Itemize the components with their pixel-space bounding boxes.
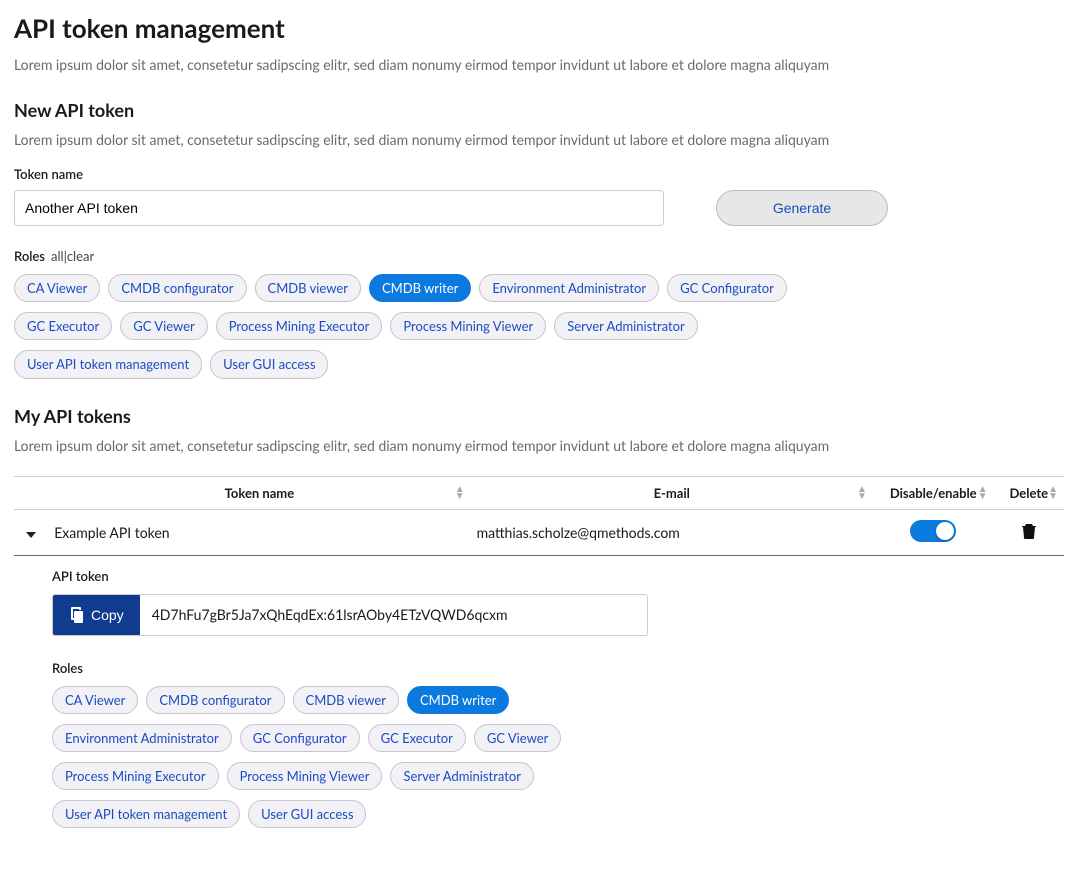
new-token-roles: CA Viewer CMDB configurator CMDB viewer CMD… [14,274,814,379]
table-row: Example API token matthias.scholze@qmeth… [14,509,1064,555]
col-delete[interactable]: Delete▲▼ [994,476,1064,509]
role-pill[interactable]: Process Mining Executor [216,312,383,340]
role-pill[interactable]: CMDB writer [407,686,509,714]
new-token-heading: New API token [14,99,1067,121]
my-tokens-heading: My API tokens [14,405,1067,427]
role-pill[interactable]: Server Administrator [554,312,698,340]
token-name-input[interactable] [14,190,664,226]
role-pill[interactable]: CMDB viewer [255,274,361,302]
role-pill[interactable]: Server Administrator [390,762,534,790]
enable-toggle[interactable] [910,520,956,542]
role-pill[interactable]: GC Viewer [120,312,207,340]
new-token-subtitle: Lorem ipsum dolor sit amet, consetetur s… [14,131,1067,148]
role-pill[interactable]: CMDB configurator [146,686,284,714]
cell-email: matthias.scholze@qmethods.com [471,509,873,555]
role-pill[interactable]: GC Configurator [667,274,787,302]
copy-label: Copy [91,607,124,623]
role-pill[interactable]: Process Mining Viewer [390,312,546,340]
page-title: API token management [14,12,1067,44]
api-token-label: API token [52,568,1067,584]
token-detail: API token Copy 4D7hFu7gBr5Ja7xQhEqdEx:61… [14,556,1067,837]
detail-roles-label: Roles [52,660,1067,676]
copy-button[interactable]: Copy [53,595,140,635]
detail-roles: CA Viewer CMDB configurator CMDB viewer CMD… [52,686,612,829]
col-email[interactable]: E-mail▲▼ [471,476,873,509]
copy-icon [69,607,83,623]
role-pill[interactable]: User GUI access [210,350,328,378]
generate-button[interactable]: Generate [716,190,888,226]
role-pill[interactable]: User API token management [14,350,202,378]
role-pill[interactable]: GC Viewer [474,724,561,752]
cell-token-name: Example API token [48,509,470,555]
col-token-name[interactable]: Token name▲▼ [48,476,470,509]
token-name-label: Token name [14,166,1067,182]
trash-icon [1022,523,1036,539]
roles-all-clear-links[interactable]: all|clear [51,248,94,264]
expand-caret-icon[interactable] [26,532,36,538]
role-pill[interactable]: CMDB configurator [108,274,246,302]
my-tokens-subtitle: Lorem ipsum dolor sit amet, consetetur s… [14,437,1067,454]
role-pill[interactable]: Process Mining Viewer [227,762,383,790]
col-expand [14,476,48,509]
role-pill[interactable]: GC Executor [14,312,112,340]
role-pill[interactable]: User GUI access [248,800,366,828]
roles-label: Roles [14,248,45,264]
role-pill[interactable]: CA Viewer [14,274,100,302]
col-toggle[interactable]: Disable/enable▲▼ [873,476,994,509]
role-pill[interactable]: CMDB viewer [293,686,399,714]
role-pill[interactable]: CA Viewer [52,686,138,714]
role-pill[interactable]: Process Mining Executor [52,762,219,790]
role-pill[interactable]: CMDB writer [369,274,471,302]
tokens-table: Token name▲▼ E-mail▲▼ Disable/enable▲▼ D… [14,476,1064,556]
page-subtitle: Lorem ipsum dolor sit amet, consetetur s… [14,56,1067,73]
role-pill[interactable]: User API token management [52,800,240,828]
delete-button[interactable] [1022,523,1036,539]
role-pill[interactable]: Environment Administrator [479,274,659,302]
role-pill[interactable]: Environment Administrator [52,724,232,752]
role-pill[interactable]: GC Executor [368,724,466,752]
token-value[interactable]: 4D7hFu7gBr5Ja7xQhEqdEx:61lsrAOby4ETzVQWD… [140,595,647,635]
role-pill[interactable]: GC Configurator [240,724,360,752]
